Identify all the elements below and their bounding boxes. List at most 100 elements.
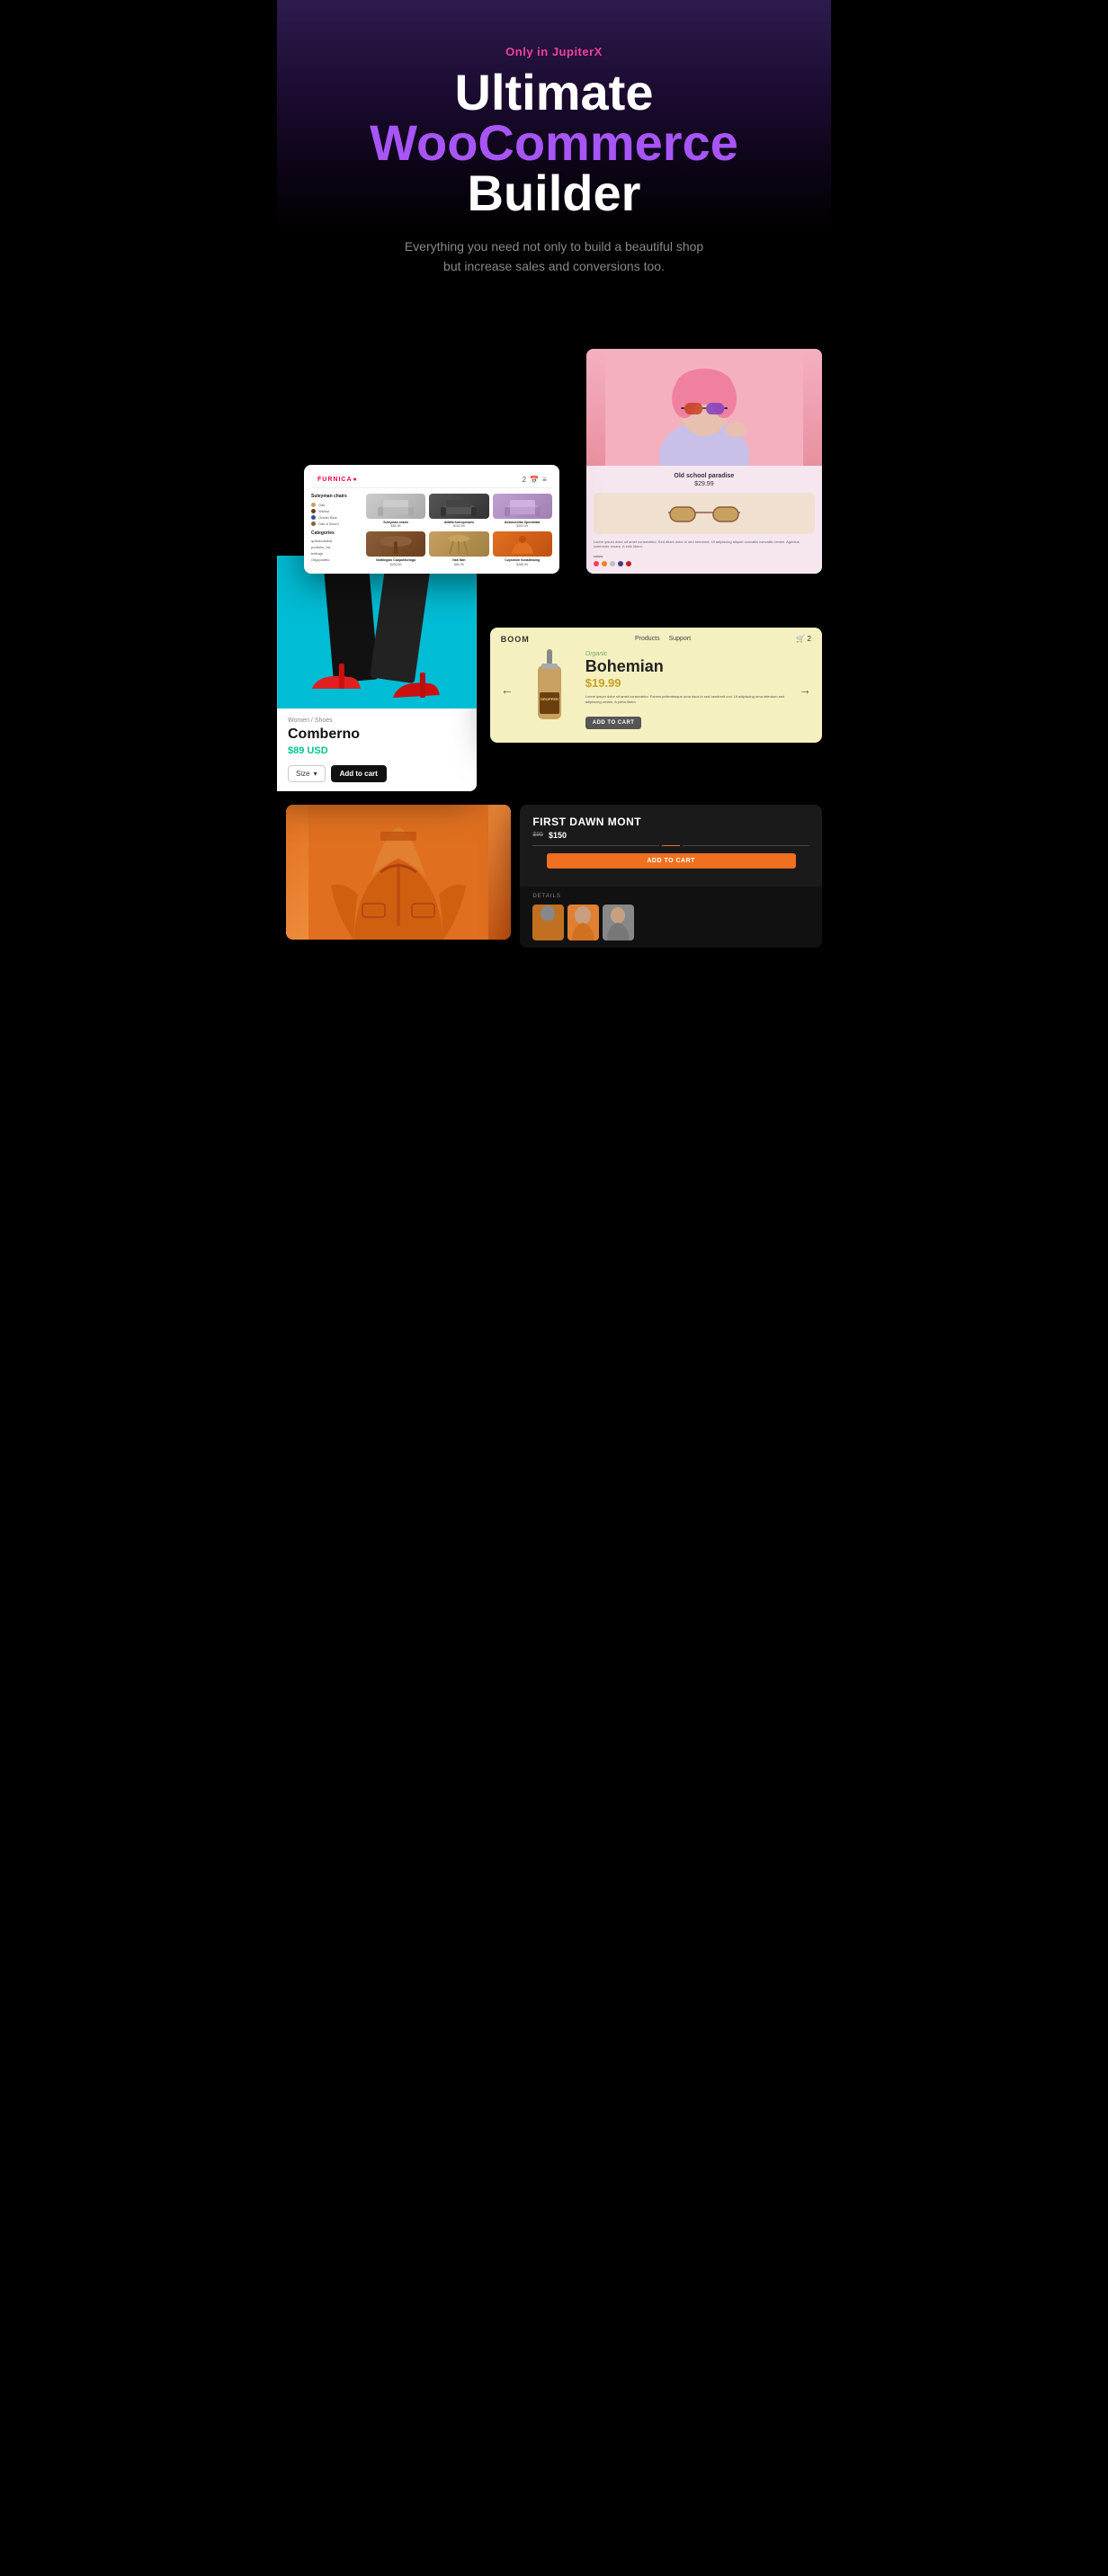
hero-title-line1: Ultimate bbox=[304, 67, 804, 118]
divider-accent bbox=[662, 845, 680, 846]
shoes-breadcrumb: Women / Shoes bbox=[288, 718, 466, 724]
boom-product-name: Bohemian bbox=[585, 658, 790, 674]
furniture-content: Suleyman chairs Oak Walnut Ocean Blue bbox=[311, 494, 552, 566]
product-img-sofa-gray bbox=[366, 494, 425, 519]
color-label-walnut: Walnut bbox=[318, 509, 329, 513]
carousel-prev-arrow[interactable]: ← bbox=[501, 682, 514, 697]
size-chevron-icon: ▾ bbox=[314, 770, 317, 778]
dark-dividers bbox=[532, 845, 809, 846]
shoes-product-card: Women / Shoes Comberno $89 USD Size ▾ Ad… bbox=[277, 556, 477, 791]
bottom-spacer bbox=[277, 948, 831, 984]
hero-subtitle: Everything you need not only to build a … bbox=[401, 236, 707, 277]
product-price-1: $83.99 bbox=[366, 524, 425, 528]
nav-products[interactable]: Products bbox=[635, 636, 660, 642]
product-img-sofa-purple bbox=[493, 494, 552, 519]
divider-2 bbox=[683, 845, 809, 846]
shoes-product-price: $89 USD bbox=[288, 745, 466, 756]
person-image-1 bbox=[532, 905, 564, 940]
dark-product-card: FIRST DAWN MONT $95 $150 ADD TO CART DET… bbox=[520, 805, 822, 948]
color-item-oak: Oak bbox=[311, 503, 361, 507]
color-item-oakboom: Oak & Boom bbox=[311, 521, 361, 526]
pink-product-desc: Lorem ipsum dolor sit amet consectetur. … bbox=[594, 539, 815, 549]
shoes-product-name: Comberno bbox=[288, 726, 466, 743]
boom-product-price: $19.99 bbox=[585, 676, 790, 690]
product-img-chair-orange bbox=[493, 531, 552, 557]
pink-product-name: Old school paradise bbox=[594, 473, 815, 479]
product-price-3: $200.99 bbox=[493, 524, 552, 528]
cat-portfolio: portfolio_fra bbox=[311, 545, 361, 549]
divider-1 bbox=[532, 845, 659, 846]
sidebar-category-title: Suleyman chairs bbox=[311, 494, 361, 499]
nav-support[interactable]: Support bbox=[669, 636, 692, 642]
hero-section: Only in JupiterX Ultimate WooCommerce Bu… bbox=[277, 0, 831, 331]
hero-badge: Only in JupiterX bbox=[304, 45, 804, 58]
furniture-product-4[interactable]: Nottlingsis Coopotiloringa $200.00 bbox=[366, 531, 425, 566]
dropper-bottle-image: DROPPER bbox=[523, 654, 576, 726]
furniture-product-5[interactable]: Nah Nah $80.99 bbox=[429, 531, 488, 566]
size-selector[interactable]: Size ▾ bbox=[288, 765, 326, 782]
boom-product-tag: Organic bbox=[585, 651, 790, 657]
dark-product-name: FIRST DAWN MONT bbox=[532, 816, 809, 828]
cat-okjopodeto: Okjopodeto bbox=[311, 557, 361, 562]
dark-people-row bbox=[532, 905, 809, 940]
furniture-nav-icons: 2 📅 ≡ bbox=[523, 476, 547, 484]
color-label-oak: Oak bbox=[318, 503, 325, 507]
furniture-sidebar: Suleyman chairs Oak Walnut Ocean Blue bbox=[311, 494, 361, 566]
pink-product-price: $29.99 bbox=[594, 481, 815, 487]
person-image-3 bbox=[603, 905, 634, 940]
pink-product-card: Old school paradise $29.99 Lorem ipsum d… bbox=[586, 349, 822, 574]
color-item-oceanblue: Ocean Blue bbox=[311, 515, 361, 520]
carousel-next-arrow[interactable]: → bbox=[799, 682, 811, 697]
add-to-cart-button[interactable]: Add to cart bbox=[331, 765, 387, 782]
color-dot-walnut bbox=[311, 509, 316, 513]
product-img-sofa-dark bbox=[429, 494, 488, 519]
row2: Women / Shoes Comberno $89 USD Size ▾ Ad… bbox=[277, 556, 831, 791]
furniture-product-2[interactable]: Alfalfa furnopchairs $102.59 bbox=[429, 494, 488, 529]
dark-add-to-cart-button[interactable]: ADD TO CART bbox=[547, 853, 796, 869]
color-label-oceanblue: Ocean Blue bbox=[318, 515, 337, 520]
product-price-5: $80.99 bbox=[429, 563, 488, 566]
boom-product-description: Lorem ipsum dolor sit amet consectetur. … bbox=[585, 694, 790, 705]
cat-beltraje: beltraje bbox=[311, 551, 361, 556]
furniture-inner: FURNICA● 2 📅 ≡ Suleyman chairs Oak bbox=[304, 465, 559, 574]
furniture-product-grid: Suleyman chairs $83.99 Alfalfa furnopcha… bbox=[366, 494, 552, 566]
furniture-product-6[interactable]: Cuysmion footalilnaing $285.99 bbox=[493, 531, 552, 566]
hero-title-line2: WooCommerce bbox=[304, 118, 804, 168]
details-label: DETAILS bbox=[532, 894, 809, 899]
screenshots-section: FURNICA● 2 📅 ≡ Suleyman chairs Oak bbox=[277, 331, 831, 948]
boom-store-logo: BOOM bbox=[501, 635, 530, 644]
dark-old-price: $95 bbox=[532, 832, 543, 838]
jacket-product-card bbox=[286, 805, 511, 940]
dark-details-section: DETAILS bbox=[520, 887, 822, 948]
product-img-table bbox=[366, 531, 425, 557]
menu-icon: ≡ bbox=[542, 476, 547, 484]
size-label: Size bbox=[296, 770, 310, 778]
product-price-6: $285.99 bbox=[493, 563, 552, 566]
cart-count-badge: 2 bbox=[523, 476, 526, 484]
boom-product-content: ← DROPPER Orga bbox=[490, 651, 822, 743]
shoes-product-image bbox=[277, 556, 477, 709]
dark-price-row: $95 $150 bbox=[532, 831, 809, 840]
dark-new-price: $150 bbox=[549, 831, 567, 840]
furniture-product-3[interactable]: Assimontika Opentalalk $200.99 bbox=[493, 494, 552, 529]
shoes-product-info: Women / Shoes Comberno $89 USD Size ▾ Ad… bbox=[277, 709, 477, 791]
furniture-store-card: FURNICA● 2 📅 ≡ Suleyman chairs Oak bbox=[304, 465, 559, 574]
product-price-2: $102.59 bbox=[429, 524, 488, 528]
bohemian-product-card: BOOM Products Support 🛒 2 ← bbox=[490, 628, 822, 743]
color-dot-oak bbox=[311, 503, 316, 507]
shoes-product-actions: Size ▾ Add to cart bbox=[288, 765, 466, 782]
hero-title-line3: Builder bbox=[304, 168, 804, 218]
calendar-icon: 📅 bbox=[530, 476, 539, 484]
color-dot-oakboom bbox=[311, 521, 316, 526]
shoes-visual bbox=[277, 556, 477, 709]
row3: FIRST DAWN MONT $95 $150 ADD TO CART DET… bbox=[277, 805, 831, 948]
furniture-product-1[interactable]: Suleyman chairs $83.99 bbox=[366, 494, 425, 529]
boom-cart[interactable]: 🛒 2 bbox=[796, 635, 811, 643]
cat-quicklook: quicklooktest bbox=[311, 539, 361, 543]
boom-store-header: BOOM Products Support 🛒 2 bbox=[490, 628, 822, 651]
furniture-logo: FURNICA● bbox=[317, 477, 358, 483]
boom-product-info: Organic Bohemian $19.99 Lorem ipsum dolo… bbox=[585, 651, 790, 729]
boom-add-to-cart-button[interactable]: ADD TO CART bbox=[585, 717, 642, 729]
person-image-2 bbox=[567, 905, 599, 940]
product-price-4: $200.00 bbox=[366, 563, 425, 566]
